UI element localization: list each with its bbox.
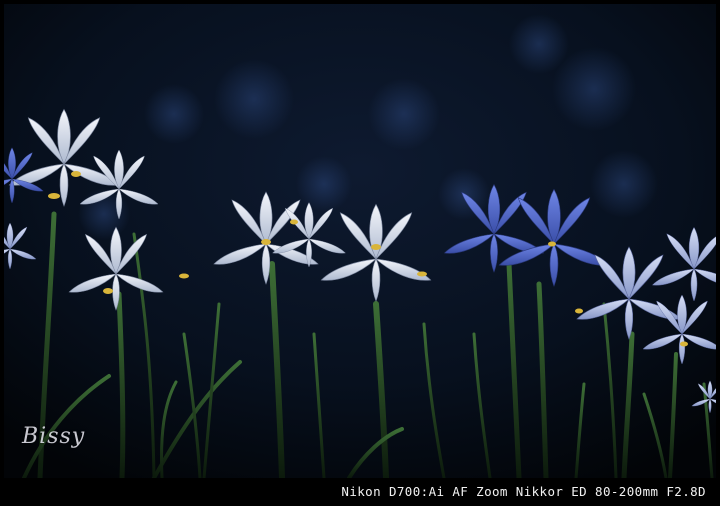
iris-photo	[4, 4, 716, 478]
camera-caption: Nikon D700:Ai AF Zoom Nikkor ED 80-200mm…	[341, 484, 706, 499]
photographer-signature: Bissy	[22, 424, 86, 449]
photo-frame: Bissy Nikon D700:Ai AF Zoom Nikkor ED 80…	[0, 0, 720, 506]
iris-scene	[4, 4, 716, 478]
